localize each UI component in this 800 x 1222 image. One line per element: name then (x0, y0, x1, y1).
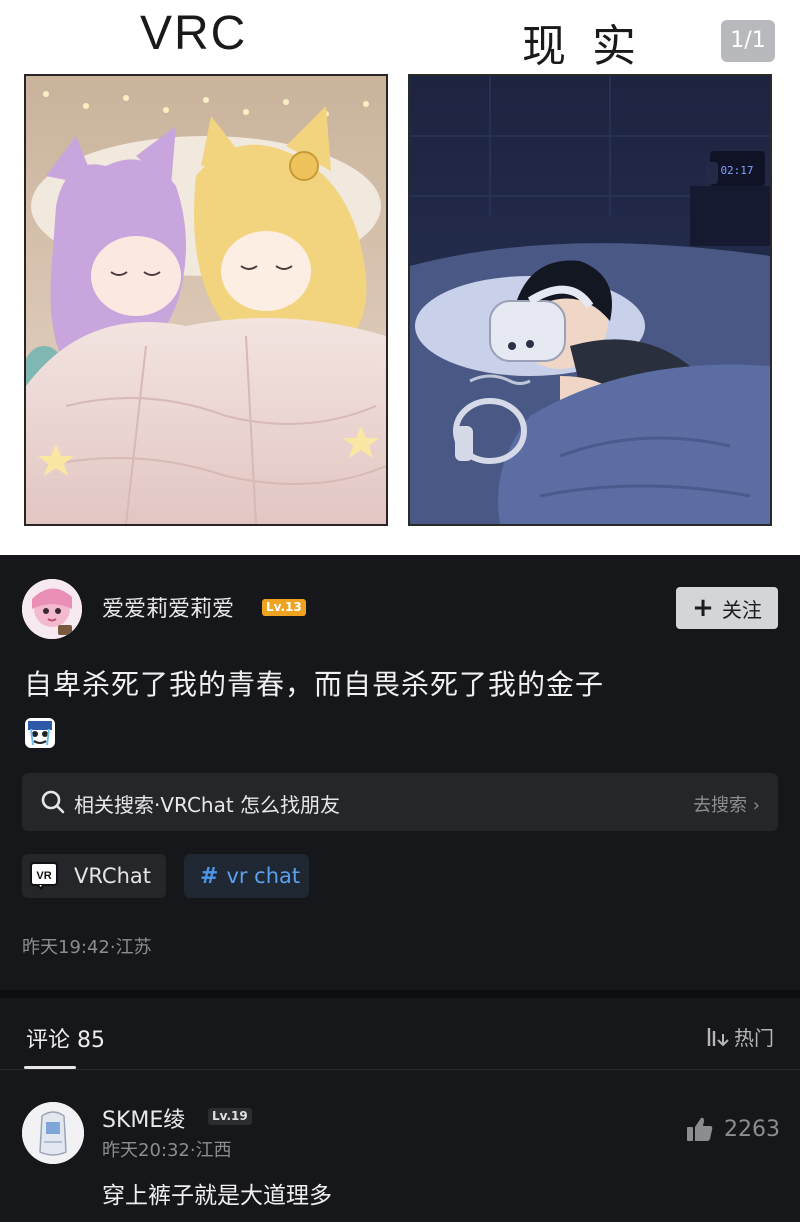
chevron-right-icon: › (752, 795, 760, 816)
tag-vrchat[interactable]: VR VRChat (22, 854, 166, 898)
section-divider (0, 990, 800, 998)
header-underline (0, 1069, 800, 1070)
vrchat-logo-icon: VR (30, 862, 58, 890)
commenter-level-badge: Lv.19 (208, 1108, 252, 1125)
comment-text: 穿上裤子就是大道理多 (102, 1183, 332, 1209)
sort-label: 热门 (734, 1026, 774, 1050)
author-avatar[interactable] (22, 579, 82, 639)
svg-text:VR: VR (36, 870, 51, 882)
svg-text:02:17: 02:17 (720, 164, 753, 177)
sticker-emoji-icon (25, 718, 55, 748)
commenter-name[interactable]: SKME绫 (102, 1102, 185, 1134)
post-text: 自卑杀死了我的青春，而自畏杀死了我的金子 (24, 668, 605, 701)
like-button[interactable]: 2263 (686, 1116, 780, 1142)
sort-icon (707, 1027, 729, 1046)
sort-hot-button[interactable]: 热门 (706, 1022, 774, 1051)
illustration-reality: 02:17 (408, 74, 772, 526)
image-label-vrc: VRC (140, 7, 248, 60)
tag-label: vr chat (226, 864, 301, 888)
follow-button[interactable]: + 关注 (676, 587, 778, 629)
comment-timestamp-location: 昨天20:32·江西 (102, 1140, 232, 1161)
tag-vr-chat[interactable]: # vr chat (184, 854, 309, 898)
post-timestamp-location: 昨天19:42·江苏 (22, 937, 152, 958)
image-label-reality: 现 实 (522, 21, 642, 72)
post-image[interactable]: VRC 现 实 1/1 02:17 (0, 0, 800, 555)
hashtag-icon: # (200, 863, 219, 889)
comments-header: 评论 85 热门 (0, 998, 800, 1070)
follow-label: 关注 (721, 597, 762, 622)
page-counter: 1/1 (721, 20, 775, 62)
commenter-avatar[interactable] (22, 1102, 84, 1164)
related-search-bar[interactable]: 相关搜索·VRChat 怎么找朋友 去搜索 › (22, 773, 778, 831)
comments-tab[interactable]: 评论 85 (26, 1022, 105, 1054)
author-name[interactable]: 爱爱莉爱莉爱 (102, 591, 234, 623)
like-count: 2263 (724, 1116, 780, 1142)
post-body: 爱爱莉爱莉爱 Lv.13 + 关注 自卑杀死了我的青春，而自畏杀死了我的金子 相… (0, 555, 800, 995)
thumbs-up-icon (687, 1117, 713, 1141)
related-search-text: 相关搜索·VRChat 怎么找朋友 (74, 793, 341, 817)
illustration-vrc (24, 74, 388, 526)
plus-icon: + (692, 593, 714, 623)
author-level-badge: Lv.13 (262, 599, 306, 616)
tag-label: VRChat (74, 864, 151, 888)
search-icon (41, 790, 65, 814)
go-search-link[interactable]: 去搜索 › (693, 791, 760, 817)
comment-item: SKME绫 Lv.19 昨天20:32·江西 穿上裤子就是大道理多 2263 (0, 1072, 800, 1222)
